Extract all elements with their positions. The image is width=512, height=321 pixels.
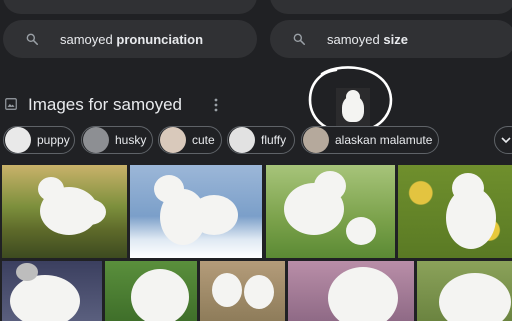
suggestion-samoyed-pronunciation[interactable]: samoyed pronunciation (3, 20, 257, 58)
chip-fluffy[interactable]: fluffy (227, 126, 295, 154)
chip-label: fluffy (261, 133, 287, 147)
chip-alaskan-malamute[interactable]: alaskan malamute (301, 126, 439, 154)
chips-next-button[interactable] (494, 126, 512, 154)
image-result[interactable] (2, 165, 127, 258)
chip-cute[interactable]: cute (158, 126, 222, 154)
image-result[interactable] (2, 261, 102, 321)
suggestion-label: samoyed size (327, 32, 408, 47)
chip-thumbnail (83, 127, 109, 153)
chip-puppy[interactable]: puppy (3, 126, 75, 154)
image-result[interactable] (417, 261, 512, 321)
image-result[interactable] (288, 261, 414, 321)
suggestion-samoyed-size[interactable]: samoyed size (270, 20, 512, 58)
chip-thumbnail (229, 127, 255, 153)
image-result[interactable] (266, 165, 395, 258)
image-icon (5, 98, 17, 110)
section-title: Images for samoyed (28, 95, 183, 114)
more-vert-icon[interactable] (213, 98, 219, 112)
chip-thumbnail (160, 127, 186, 153)
image-result[interactable] (105, 261, 197, 321)
image-result[interactable] (130, 165, 262, 258)
chip-label: cute (192, 133, 215, 147)
image-result[interactable] (200, 261, 285, 321)
chip-label: husky (115, 133, 147, 147)
chip-label: alaskan malamute (335, 133, 433, 147)
chevron-right-icon (501, 137, 511, 144)
suggestion-label: samoyed pronunciation (60, 32, 204, 47)
suggestion-top-left[interactable] (3, 0, 257, 14)
chip-thumbnail (5, 127, 31, 153)
chip-label: puppy (37, 133, 70, 147)
chip-husky[interactable]: husky (81, 126, 153, 154)
suggestion-top-right[interactable] (270, 0, 512, 14)
chip-thumbnail (303, 127, 329, 153)
image-result[interactable] (398, 165, 512, 258)
search-icon (293, 33, 306, 46)
search-icon (26, 33, 39, 46)
